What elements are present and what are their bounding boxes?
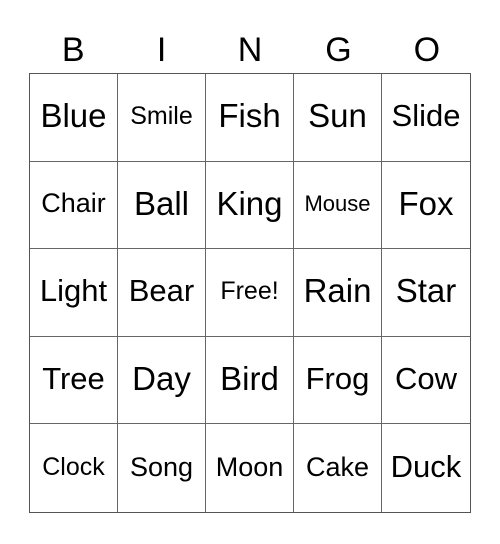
header-letter-n: N [237,31,263,69]
bingo-cell[interactable]: Light [30,249,118,337]
bingo-cell[interactable]: Star [382,249,470,337]
bingo-cell[interactable]: Chair [30,161,118,250]
bingo-cell[interactable]: Ball [118,161,206,250]
bingo-cell[interactable]: Bear [118,249,206,337]
bingo-cell[interactable]: King [206,161,294,250]
bingo-cell[interactable]: Cow [382,337,470,425]
bingo-header: B I N G O [29,30,471,70]
bingo-cell[interactable]: Frog [294,336,382,425]
bingo-cell[interactable]: Clock [30,424,118,512]
bingo-cell[interactable]: Rain [294,249,382,337]
bingo-cell[interactable]: Blue [30,74,118,162]
bingo-cell[interactable]: Mouse [294,161,382,250]
bingo-cell[interactable]: Cake [294,424,382,512]
header-letter-o: O [413,31,441,69]
bingo-cell[interactable]: Day [118,336,206,425]
header-letter-g: G [325,31,352,69]
bingo-cell[interactable]: Moon [206,424,294,512]
bingo-cell[interactable]: Fish [206,74,294,162]
free-space-cell[interactable]: Free! [206,249,294,337]
bingo-cell[interactable]: Bird [206,336,294,425]
bingo-cell[interactable]: Tree [30,336,118,425]
header-letter-b: B [61,31,85,69]
bingo-cell[interactable]: Fox [382,162,470,250]
bingo-cell[interactable]: Slide [382,74,470,162]
bingo-cell[interactable]: Duck [382,424,470,512]
bingo-cell[interactable]: Sun [294,74,382,162]
bingo-cell[interactable]: Smile [118,74,206,162]
bingo-card: Blue Smile Fish Sun Slide Chair Ball Kin… [29,73,471,513]
bingo-cell[interactable]: Song [118,424,206,512]
header-letter-i: I [156,31,167,69]
